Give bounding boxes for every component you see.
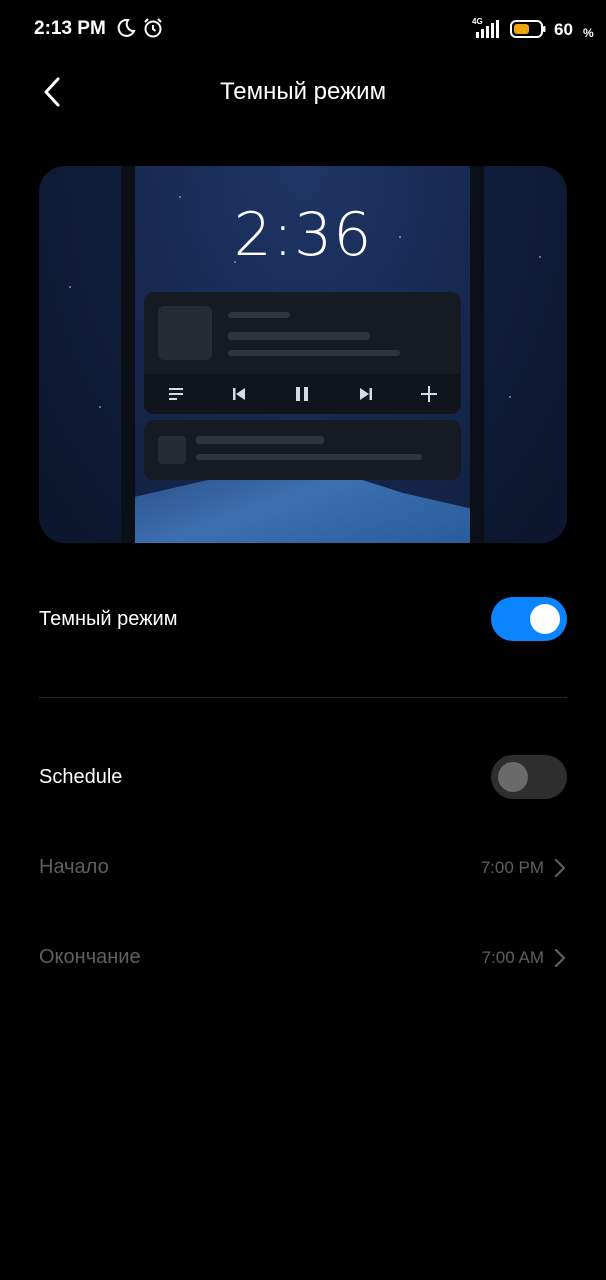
placeholder-line <box>228 350 400 356</box>
dark-mode-toggle[interactable] <box>491 597 567 641</box>
status-bar: 2:13 PM 4G 60 % <box>0 0 606 60</box>
chevron-right-icon <box>553 946 567 970</box>
plus-icon <box>419 384 439 404</box>
chevron-right-icon <box>553 856 567 880</box>
signal-icon <box>474 18 499 42</box>
star <box>69 286 71 288</box>
battery-icon <box>510 20 546 38</box>
dark-mode-label: Темный режим <box>39 608 178 630</box>
star <box>179 196 181 198</box>
moon-icon <box>114 16 138 40</box>
placeholder-line <box>196 454 422 460</box>
placeholder-line <box>196 436 324 444</box>
schedule-label: Schedule <box>39 766 123 788</box>
pause-icon <box>292 384 312 404</box>
star <box>509 396 511 398</box>
dark-mode-preview: 2:36 <box>39 166 567 543</box>
placeholder-line <box>228 332 370 340</box>
schedule-toggle[interactable] <box>491 755 567 799</box>
preview-clock: 2:36 <box>233 200 373 270</box>
skip-previous-icon <box>229 384 249 404</box>
divider <box>39 697 567 698</box>
media-controls <box>144 374 461 414</box>
battery-percent-sign: % <box>583 26 594 40</box>
page-title: Темный режим <box>219 78 387 105</box>
alarm-icon <box>141 16 165 40</box>
toggle-knob <box>530 604 560 634</box>
notification-icon-placeholder <box>158 436 186 464</box>
status-time: 2:13 PM <box>34 18 106 39</box>
battery-percent: 60 <box>554 20 573 39</box>
skip-next-icon <box>356 384 376 404</box>
menu-icon <box>166 384 186 404</box>
start-time-value: 7:00 PM <box>480 858 544 877</box>
media-artwork <box>158 306 212 360</box>
toggle-knob <box>498 762 528 792</box>
star <box>99 406 101 408</box>
preview-media-card <box>144 292 461 414</box>
end-time-value: 7:00 AM <box>481 948 544 967</box>
start-time-label: Начало <box>39 856 109 878</box>
placeholder-line <box>228 312 290 318</box>
end-time-label: Окончание <box>39 946 141 968</box>
preview-notification-card <box>144 420 461 480</box>
